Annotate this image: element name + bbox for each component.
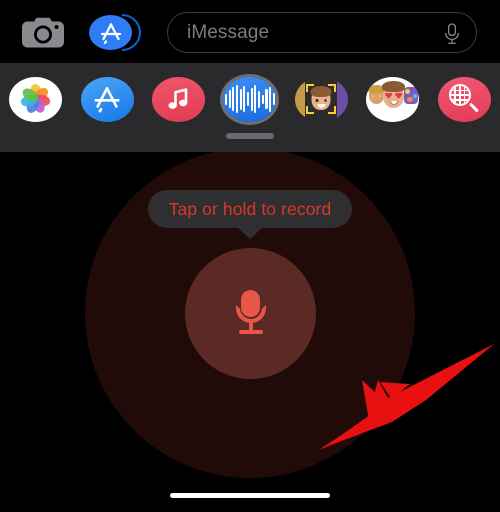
audio-record-panel: Tap or hold to record — [0, 152, 500, 512]
memoji-sticker-right — [404, 86, 419, 104]
waveform-bars — [223, 85, 276, 113]
memoji-sticker-center — [382, 80, 406, 108]
app-drawer-item-app-store[interactable] — [71, 72, 142, 126]
appstore-icon — [89, 15, 132, 50]
appstore-icon — [80, 76, 134, 122]
app-drawer-item-memoji-camera[interactable] — [286, 72, 357, 126]
camera-frame-icon — [306, 84, 337, 114]
message-placeholder: iMessage — [187, 21, 270, 43]
app-drawer-item-images[interactable] — [428, 72, 499, 126]
appstore-glyph — [100, 22, 121, 44]
record-tooltip-tail — [237, 227, 263, 239]
globe-search-icon — [437, 76, 491, 122]
globe-search-glyph — [449, 84, 479, 114]
app-drawer-item-music[interactable] — [143, 72, 214, 126]
compose-bar: iMessage — [0, 0, 500, 63]
message-input-field[interactable]: iMessage — [167, 12, 477, 53]
app-drawer-item-audio[interactable] — [214, 72, 285, 126]
app-drawer-item-photos[interactable] — [0, 72, 71, 126]
microphone-icon — [229, 289, 273, 338]
camera-icon — [22, 17, 64, 48]
camera-button[interactable] — [22, 17, 64, 48]
app-drawer-item-memoji-stickers[interactable] — [357, 72, 428, 126]
appstore-toggle-button[interactable] — [89, 14, 141, 51]
record-button[interactable] — [185, 248, 316, 379]
photos-icon — [9, 76, 63, 122]
drawer-drag-handle[interactable] — [226, 133, 274, 139]
audio-waveform-icon — [223, 76, 277, 122]
app-drawer — [0, 63, 500, 152]
memoji-stickers-icon — [366, 76, 420, 122]
music-note-glyph — [168, 88, 188, 109]
photos-pinwheel — [19, 84, 52, 115]
appstore-glyph — [94, 87, 120, 113]
phone-screen: iMessage Tap or hold to record — [0, 0, 500, 512]
app-drawer-row — [0, 72, 500, 126]
music-note-icon — [151, 76, 205, 122]
record-tooltip: Tap or hold to record — [148, 190, 352, 228]
home-indicator — [170, 493, 330, 498]
dictation-microphone-icon[interactable] — [443, 23, 461, 45]
memoji-camera-icon — [294, 76, 348, 122]
record-tooltip-text: Tap or hold to record — [168, 198, 332, 219]
